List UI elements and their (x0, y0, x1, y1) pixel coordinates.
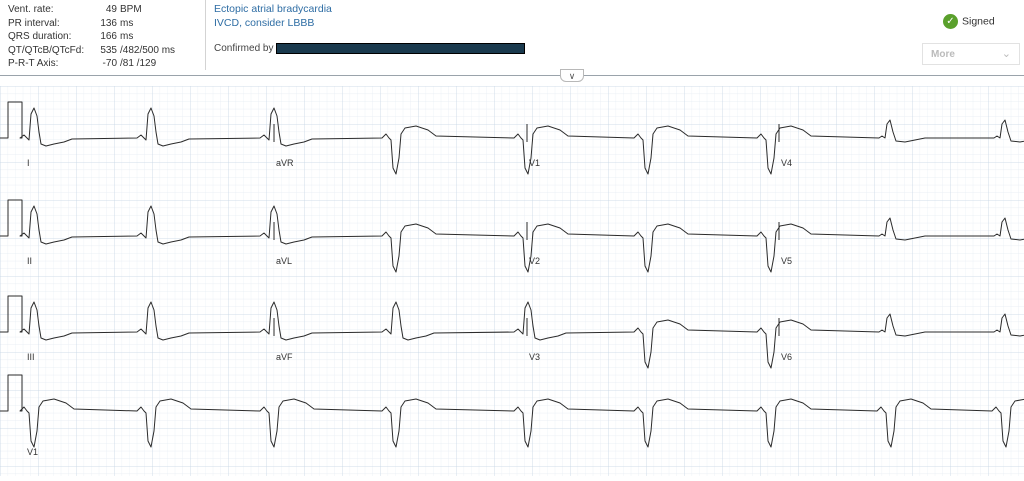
signed-status: ✓ Signed (943, 14, 995, 29)
lead-label-v3: V3 (529, 352, 540, 362)
lead-label-avr: aVR (276, 158, 294, 168)
measurement-label: P-R-T Axis: (8, 58, 59, 69)
lead-label-avl: aVL (276, 256, 292, 266)
lead-label-v1: V1 (529, 158, 540, 168)
measurement-value: -70 (102, 58, 117, 69)
lead-label-iii: III (27, 352, 35, 362)
grid-background (0, 86, 1024, 476)
measurement-value: 136 (100, 17, 117, 29)
signed-label: Signed (962, 15, 995, 28)
measurement-label: QT/QTcB/QTcFd: (8, 44, 85, 56)
ecg-tracing: IaVR V1 V4 II aVL V2 V5 III aVF V3 V6 V1 (0, 86, 1024, 476)
lead-label-v1: V1 (27, 447, 38, 457)
collapse-toggle-button[interactable]: ∨ (560, 69, 584, 82)
more-label: More (931, 49, 955, 60)
lead-label-avf: aVF (276, 352, 293, 362)
lead-label-v2: V2 (529, 256, 540, 266)
measurement-unit: ms (120, 31, 134, 42)
measurement-unit: BPM (120, 4, 142, 15)
header-separator (0, 75, 1024, 76)
ecg-grid: IaVR V1 V4 II aVL V2 V5 III aVF V3 V6 V1 (0, 86, 1024, 476)
lead-label-i: I (27, 158, 30, 168)
more-button[interactable]: More ⌄ (922, 43, 1020, 65)
lead-label-v4: V4 (781, 158, 792, 168)
interpretation-line: IVCD, consider LBBB (214, 16, 315, 29)
chevron-down-icon: ∨ (568, 71, 576, 81)
measurement-value: 166 (100, 31, 117, 42)
confirmed-label: Confirmed by (214, 43, 274, 55)
lead-label-v6: V6 (781, 352, 792, 362)
measurement-value: 49 (105, 4, 117, 15)
measurement-unit: /81 /129 (120, 58, 157, 69)
measurement-unit: ms (120, 17, 134, 29)
confirmed-by: Confirmed by (214, 43, 526, 55)
redacted-signature (276, 43, 526, 54)
measurement-label: Vent. rate: (8, 4, 54, 15)
measurement-value: 535 (100, 44, 117, 56)
interpretation-line: Ectopic atrial bradycardia (214, 3, 332, 15)
interpretation-statements: Ectopic atrial bradycardia IVCD, conside… (214, 3, 332, 30)
measurement-label: PR interval: (8, 17, 60, 29)
lead-label-v5: V5 (781, 256, 792, 266)
measurement-unit: /482/500 ms (120, 44, 176, 56)
measurement-label: QRS duration: (8, 31, 72, 42)
lead-label-ii: II (27, 256, 32, 266)
check-circle-icon: ✓ (943, 14, 958, 29)
report-header: Vent. rate: 49 BPM PR interval: 136 ms Q… (0, 0, 1024, 82)
chevron-down-icon: ⌄ (1001, 48, 1011, 60)
header-divider (205, 0, 206, 70)
